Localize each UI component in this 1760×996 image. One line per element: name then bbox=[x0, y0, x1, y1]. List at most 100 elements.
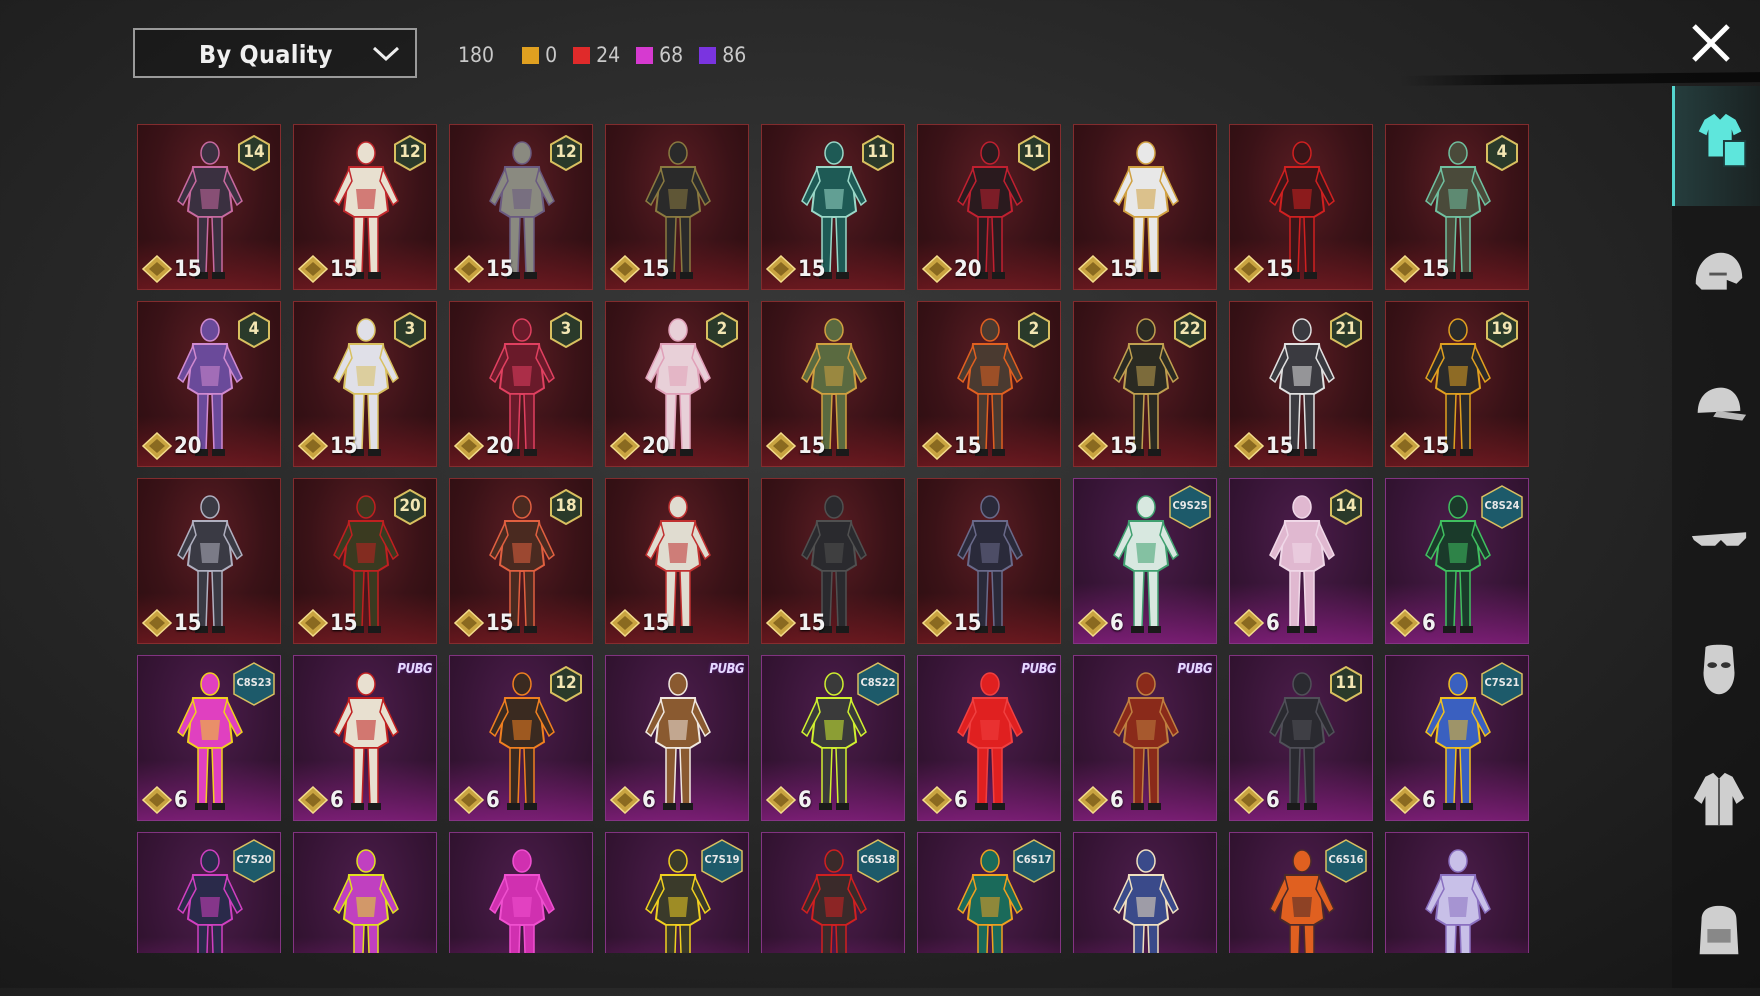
outfit-card[interactable]: 15 bbox=[1073, 124, 1217, 290]
fragment-coin-icon bbox=[610, 609, 640, 637]
fragment-coin-icon bbox=[766, 786, 796, 814]
fragment-cost: 15 bbox=[610, 609, 670, 637]
outfit-card[interactable]: 15 bbox=[605, 478, 749, 644]
pubg-mark: PUBG bbox=[1177, 662, 1212, 677]
season-badge: C6S16 bbox=[1324, 839, 1368, 883]
fragment-cost: 6 bbox=[1234, 786, 1280, 814]
outfit-card[interactable]: 15 18 bbox=[449, 478, 593, 644]
fragment-cost: 6 bbox=[1390, 786, 1436, 814]
fragment-coin-icon bbox=[1078, 255, 1108, 283]
outfit-card[interactable]: 20 2 bbox=[605, 301, 749, 467]
outfit-figure bbox=[333, 849, 399, 953]
outfit-card[interactable]: C6S18 bbox=[761, 832, 905, 953]
fragment-cost: 15 bbox=[922, 432, 982, 460]
fragment-coin-icon bbox=[766, 255, 796, 283]
fragment-cost: 6 bbox=[610, 786, 656, 814]
category-tab-jacket[interactable] bbox=[1672, 745, 1760, 865]
cost-value: 6 bbox=[1110, 787, 1124, 813]
cost-value: 6 bbox=[1422, 610, 1436, 636]
outfit-card[interactable]: 20 4 bbox=[137, 301, 281, 467]
category-tab-mask[interactable] bbox=[1672, 614, 1760, 734]
outfit-card[interactable]: C6S16 bbox=[1229, 832, 1373, 953]
sort-dropdown[interactable]: By Quality bbox=[133, 28, 417, 78]
outfit-card[interactable]: 6 PUBG bbox=[1073, 655, 1217, 821]
outfit-card[interactable]: 15 bbox=[761, 478, 905, 644]
season-badge: C9S25 bbox=[1168, 485, 1212, 529]
fragment-coin-icon bbox=[610, 786, 640, 814]
outfit-figure bbox=[489, 849, 555, 953]
outfit-card[interactable]: 15 14 bbox=[137, 124, 281, 290]
outfit-card[interactable]: C7S19 bbox=[605, 832, 749, 953]
pubg-mark: PUBG bbox=[709, 662, 744, 677]
outfit-card[interactable]: 15 12 bbox=[449, 124, 593, 290]
outfit-card[interactable]: 15 19 bbox=[1385, 301, 1529, 467]
outfit-card[interactable]: 20 11 bbox=[917, 124, 1061, 290]
helmet-icon bbox=[1695, 252, 1743, 290]
outfit-card[interactable]: 6 11 bbox=[1229, 655, 1373, 821]
category-sidebar bbox=[1672, 86, 1760, 988]
outfit-card[interactable]: 15 bbox=[605, 124, 749, 290]
category-tab-outfit[interactable] bbox=[1672, 86, 1760, 206]
outfit-card[interactable] bbox=[1385, 832, 1529, 953]
top-bar: By Quality 180 0 24 68 86 bbox=[0, 0, 1760, 100]
outfit-card[interactable]: 20 3 bbox=[449, 301, 593, 467]
outfit-card[interactable]: 15 bbox=[917, 478, 1061, 644]
outfit-card[interactable]: 6 12 bbox=[449, 655, 593, 821]
outfit-card[interactable]: 15 21 bbox=[1229, 301, 1373, 467]
fragment-cost: 15 bbox=[766, 432, 826, 460]
cost-value: 15 bbox=[330, 256, 358, 282]
outfit-card[interactable]: 6 C7S21 bbox=[1385, 655, 1529, 821]
fragment-cost: 6 bbox=[1234, 609, 1280, 637]
outfit-card[interactable]: 15 4 bbox=[1385, 124, 1529, 290]
cost-value: 6 bbox=[954, 787, 968, 813]
fragment-cost: 6 bbox=[1078, 786, 1124, 814]
outfit-card[interactable]: 15 2 bbox=[917, 301, 1061, 467]
outfit-card[interactable]: 6 PUBG bbox=[605, 655, 749, 821]
fragment-coin-icon bbox=[610, 432, 640, 460]
outfit-card[interactable]: C6S17 bbox=[917, 832, 1061, 953]
outfit-card[interactable]: 6 C8S23 bbox=[137, 655, 281, 821]
fragment-cost: 20 bbox=[142, 432, 202, 460]
outfit-card[interactable]: 15 12 bbox=[293, 124, 437, 290]
category-tab-backpack[interactable] bbox=[1672, 876, 1760, 996]
outfit-card[interactable]: 15 bbox=[137, 478, 281, 644]
outfit-card[interactable]: 6 PUBG bbox=[293, 655, 437, 821]
outfit-card[interactable]: 15 bbox=[1229, 124, 1373, 290]
outfit-card[interactable]: 15 11 bbox=[761, 124, 905, 290]
category-tab-helmet[interactable] bbox=[1672, 221, 1760, 341]
level-badge: 2 bbox=[704, 311, 740, 349]
outfit-card[interactable]: 15 20 bbox=[293, 478, 437, 644]
fragment-cost: 15 bbox=[454, 609, 514, 637]
outfit-card[interactable]: 15 bbox=[761, 301, 905, 467]
outfit-card[interactable]: 15 22 bbox=[1073, 301, 1217, 467]
category-tab-cap[interactable] bbox=[1672, 352, 1760, 472]
close-icon[interactable] bbox=[1688, 20, 1734, 66]
cost-value: 15 bbox=[1422, 256, 1450, 282]
fragment-coin-icon bbox=[1390, 255, 1420, 283]
level-badge: 22 bbox=[1172, 311, 1208, 349]
category-tab-goggles[interactable] bbox=[1672, 483, 1760, 603]
sort-label: By Quality bbox=[199, 40, 333, 69]
chevron-down-icon bbox=[372, 46, 400, 62]
outfit-card[interactable]: 15 3 bbox=[293, 301, 437, 467]
level-badge: 19 bbox=[1484, 311, 1520, 349]
outfit-card[interactable]: C7S20 bbox=[137, 832, 281, 953]
fragment-coin-icon bbox=[1078, 786, 1108, 814]
outfit-card[interactable]: 6 C8S22 bbox=[761, 655, 905, 821]
fragment-coin-icon bbox=[1078, 609, 1108, 637]
cost-value: 6 bbox=[642, 787, 656, 813]
outfit-card[interactable]: 6 C9S25 bbox=[1073, 478, 1217, 644]
epic-swatch bbox=[636, 46, 654, 64]
cap-icon bbox=[1697, 387, 1747, 421]
outfit-card[interactable]: 6 PUBG bbox=[917, 655, 1061, 821]
outfit-card[interactable] bbox=[1073, 832, 1217, 953]
fragment-cost: 20 bbox=[922, 255, 982, 283]
fragment-coin-icon bbox=[454, 432, 484, 460]
outfit-card[interactable] bbox=[449, 832, 593, 953]
outfit-card[interactable] bbox=[293, 832, 437, 953]
cost-value: 15 bbox=[798, 256, 826, 282]
outfit-card[interactable]: 6 14 bbox=[1229, 478, 1373, 644]
fragment-cost: 15 bbox=[766, 609, 826, 637]
fragment-coin-icon bbox=[142, 786, 172, 814]
outfit-card[interactable]: 6 C8S24 bbox=[1385, 478, 1529, 644]
